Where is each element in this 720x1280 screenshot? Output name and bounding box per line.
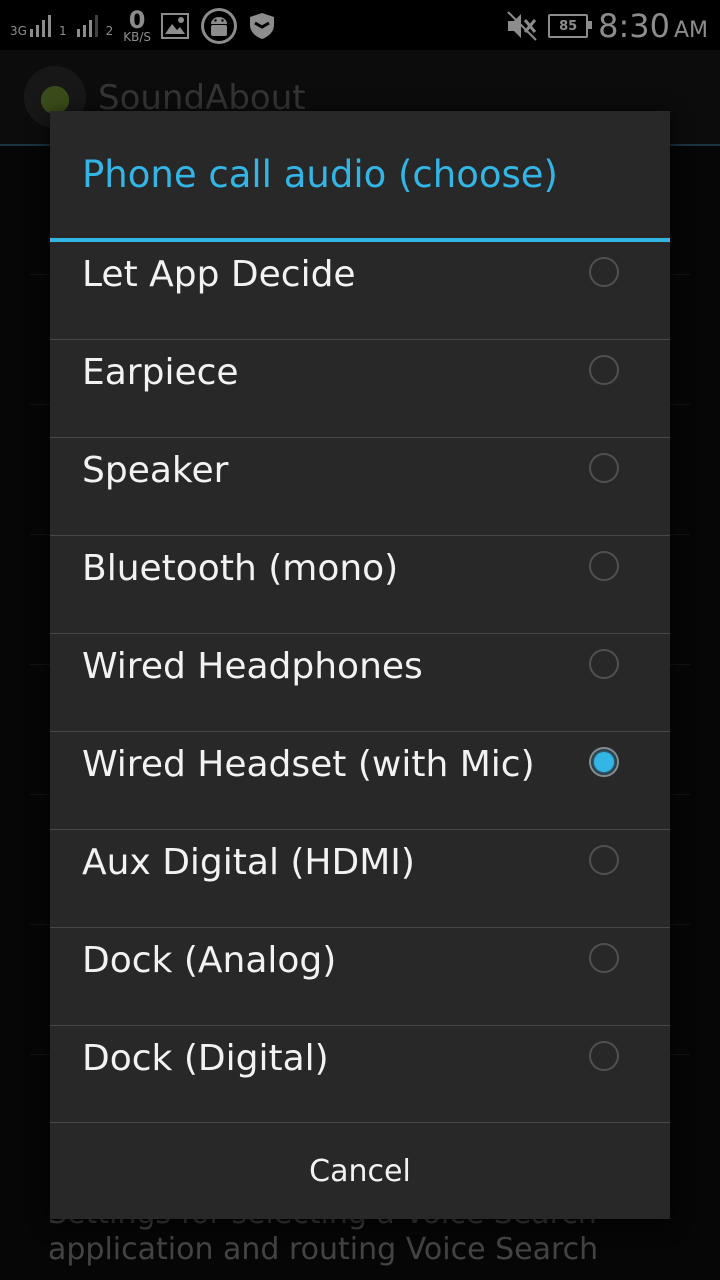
option-speaker[interactable]: Speaker [50, 438, 670, 536]
option-label: Wired Headset (with Mic) [82, 744, 535, 785]
option-label: Let App Decide [82, 254, 356, 295]
screen: 3G 1 2 0 KB/S 85 8:30 AM SoundAbout appl… [0, 0, 720, 1280]
radio-dot [594, 752, 614, 772]
option-wired-headphones[interactable]: Wired Headphones [50, 634, 670, 732]
option-label: Wired Headphones [82, 646, 423, 687]
radio-button[interactable] [589, 1041, 619, 1071]
dialog-footer: Cancel [50, 1122, 670, 1220]
option-label: Dock (Digital) [82, 1038, 329, 1079]
option-label: Speaker [82, 450, 229, 491]
option-earpiece[interactable]: Earpiece [50, 340, 670, 438]
option-dock-analog[interactable]: Dock (Analog) [50, 928, 670, 1026]
option-label: Earpiece [82, 352, 239, 393]
option-dock-digital[interactable]: Dock (Digital) [50, 1026, 670, 1123]
dialog-title: Phone call audio (choose) [82, 153, 558, 196]
option-label: Bluetooth (mono) [82, 548, 399, 589]
phone-call-audio-dialog: Phone call audio (choose) Let App Decide… [50, 111, 670, 1219]
radio-button[interactable] [589, 943, 619, 973]
radio-button-selected[interactable] [589, 747, 619, 777]
option-wired-headset-with-mic[interactable]: Wired Headset (with Mic) [50, 732, 670, 830]
option-bluetooth-mono[interactable]: Bluetooth (mono) [50, 536, 670, 634]
option-list: Let App Decide Earpiece Speaker Bluetoot… [50, 242, 670, 1123]
option-let-app-decide[interactable]: Let App Decide [50, 242, 670, 340]
radio-button[interactable] [589, 649, 619, 679]
radio-button[interactable] [589, 551, 619, 581]
radio-button[interactable] [589, 845, 619, 875]
option-label: Dock (Analog) [82, 940, 337, 981]
cancel-button[interactable]: Cancel [269, 1144, 451, 1199]
radio-button[interactable] [589, 453, 619, 483]
option-aux-digital-hdmi[interactable]: Aux Digital (HDMI) [50, 830, 670, 928]
radio-button[interactable] [589, 257, 619, 287]
radio-button[interactable] [589, 355, 619, 385]
option-label: Aux Digital (HDMI) [82, 842, 415, 883]
